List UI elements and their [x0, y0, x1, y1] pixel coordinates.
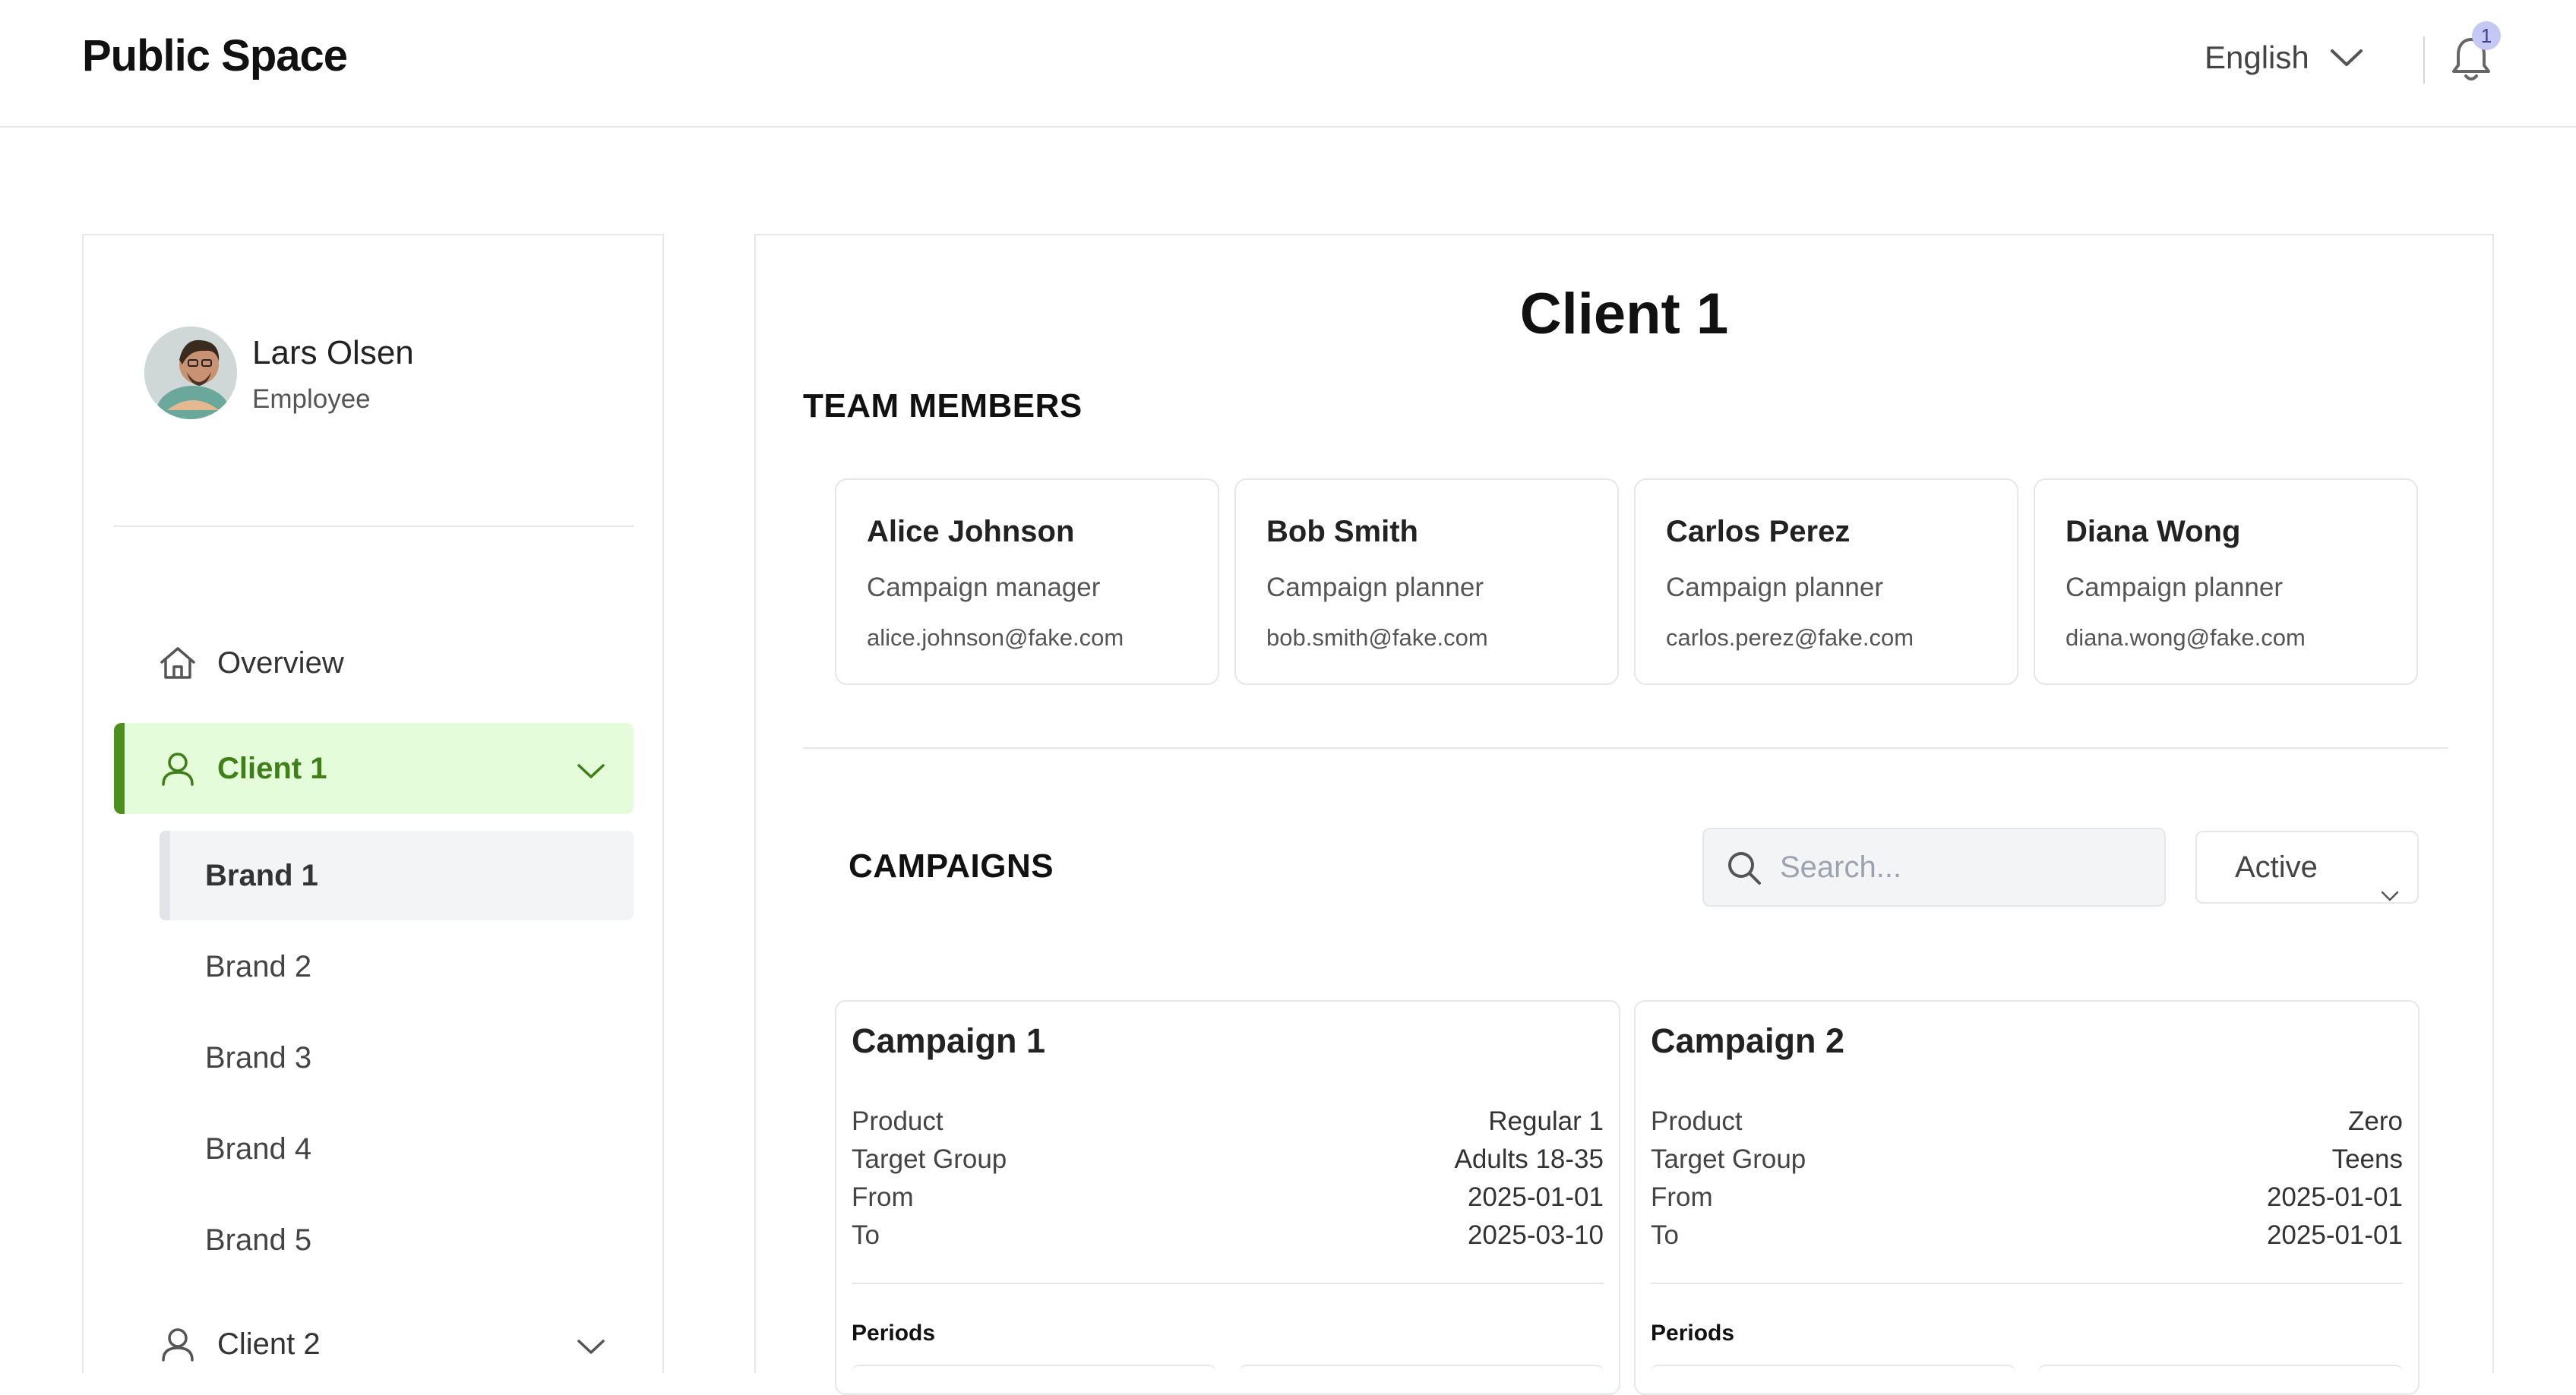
- campaign-field-row: From 2025-01-01: [1651, 1182, 2403, 1213]
- campaign-field-row: To 2025-03-10: [852, 1220, 1604, 1251]
- member-role: Campaign planner: [2066, 573, 2284, 602]
- member-email[interactable]: carlos.perez@fake.com: [1666, 624, 1914, 652]
- sidebar-subitem-brand-4[interactable]: Brand 4: [160, 1104, 634, 1194]
- field-label: From: [852, 1182, 914, 1212]
- status-filter-value: Active: [2235, 851, 2318, 884]
- field-label: Product: [852, 1106, 943, 1136]
- main-panel: Client 1 TEAM MEMBERS Alice Johnson Camp…: [754, 234, 2494, 1395]
- sidebar: Lars Olsen Employee Overview Client 1 Br…: [82, 234, 664, 1373]
- field-value: 2025-01-01: [1467, 1182, 1604, 1212]
- period-card[interactable]: [852, 1365, 1216, 1395]
- field-value: 2025-03-10: [1467, 1220, 1604, 1250]
- sidebar-subitem-brand-2[interactable]: Brand 2: [160, 922, 634, 1012]
- team-member-card[interactable]: Bob Smith Campaign planner bob.smith@fak…: [1234, 478, 1619, 685]
- notification-badge: 1: [2472, 21, 2501, 50]
- campaign-divider: [852, 1283, 1604, 1284]
- sidebar-subitem-brand-5[interactable]: Brand 5: [160, 1195, 634, 1285]
- chevron-down-icon: [2379, 858, 2401, 928]
- sidebar-item-label: Client 2: [217, 1327, 321, 1361]
- campaign-title: Campaign 1: [852, 1021, 1046, 1060]
- chevron-down-icon: [2329, 39, 2364, 76]
- sidebar-item-label: Client 1: [217, 751, 327, 785]
- language-label: English: [2205, 39, 2309, 75]
- app-logo-text[interactable]: Public Space: [82, 30, 348, 81]
- team-member-card[interactable]: Carlos Perez Campaign planner carlos.per…: [1634, 478, 2018, 685]
- campaign-field-row: To 2025-01-01: [1651, 1220, 2403, 1251]
- campaign-divider: [1651, 1283, 2403, 1284]
- user-icon: [156, 1323, 199, 1365]
- campaign-field-row: From 2025-01-01: [852, 1182, 1604, 1213]
- field-value: Adults 18-35: [1454, 1144, 1604, 1174]
- search-box: [1702, 828, 2166, 907]
- team-member-card[interactable]: Alice Johnson Campaign manager alice.joh…: [835, 478, 1219, 685]
- periods-label: Periods: [852, 1321, 936, 1346]
- user-role: Employee: [252, 384, 371, 414]
- period-card[interactable]: [2038, 1365, 2403, 1395]
- campaigns-heading: CAMPAIGNS: [849, 847, 1054, 885]
- sidebar-item-client-1[interactable]: Client 1: [114, 723, 634, 814]
- section-divider: [803, 747, 2448, 749]
- team-member-card[interactable]: Diana Wong Campaign planner diana.wong@f…: [2034, 478, 2418, 685]
- campaign-field-row: Product Zero: [1651, 1106, 2403, 1137]
- member-email[interactable]: diana.wong@fake.com: [2066, 624, 2306, 652]
- field-value: Regular 1: [1488, 1106, 1604, 1136]
- home-icon: [156, 642, 199, 684]
- campaign-title: Campaign 2: [1651, 1021, 1845, 1060]
- chevron-down-icon[interactable]: [576, 755, 606, 789]
- member-role: Campaign manager: [867, 573, 1101, 602]
- campaign-card[interactable]: Campaign 1 Product Regular 1 Target Group…: [835, 1000, 1620, 1395]
- member-name: Diana Wong: [2066, 515, 2241, 548]
- search-icon: [1725, 849, 1763, 891]
- user-name: Lars Olsen: [252, 334, 414, 371]
- campaign-field-row: Target Group Teens: [1651, 1144, 2403, 1175]
- field-label: Target Group: [1651, 1144, 1806, 1174]
- avatar: [144, 327, 237, 419]
- member-email[interactable]: alice.johnson@fake.com: [867, 624, 1124, 652]
- field-value: 2025-01-01: [2266, 1182, 2403, 1212]
- page-title: Client 1: [1519, 282, 1729, 346]
- sidebar-divider: [114, 525, 634, 527]
- header-divider: [2423, 36, 2425, 84]
- field-label: Target Group: [852, 1144, 1007, 1174]
- field-value: 2025-01-01: [2266, 1220, 2403, 1250]
- sidebar-item-label: Overview: [217, 645, 344, 680]
- search-input[interactable]: [1780, 843, 2145, 892]
- field-value: Zero: [2348, 1106, 2403, 1136]
- status-filter-select[interactable]: Active: [2195, 831, 2419, 904]
- field-label: To: [852, 1220, 880, 1250]
- campaign-field-row: Target Group Adults 18-35: [852, 1144, 1604, 1175]
- language-selector[interactable]: English: [2205, 39, 2364, 76]
- sidebar-subitem-brand-3[interactable]: Brand 3: [160, 1013, 634, 1103]
- sidebar-subitem-brand-1[interactable]: Brand 1: [160, 831, 634, 920]
- user-icon: [156, 747, 199, 790]
- field-label: Product: [1651, 1106, 1743, 1136]
- member-name: Bob Smith: [1266, 515, 1418, 548]
- campaign-card[interactable]: Campaign 2 Product Zero Target Group Teens…: [1634, 1000, 2420, 1395]
- field-label: To: [1651, 1220, 1679, 1250]
- field-label: From: [1651, 1182, 1713, 1212]
- team-members-heading: TEAM MEMBERS: [803, 387, 1083, 424]
- sidebar-item-overview[interactable]: Overview: [114, 617, 634, 709]
- top-bar: Public Space English 1: [0, 0, 2576, 128]
- field-value: Teens: [2331, 1144, 2403, 1174]
- member-name: Carlos Perez: [1666, 515, 1851, 548]
- period-card[interactable]: [1651, 1365, 2015, 1395]
- member-role: Campaign planner: [1666, 573, 1884, 602]
- member-email[interactable]: bob.smith@fake.com: [1266, 624, 1488, 652]
- periods-label: Periods: [1651, 1321, 1735, 1346]
- period-card[interactable]: [1239, 1365, 1604, 1395]
- member-name: Alice Johnson: [867, 515, 1075, 548]
- member-role: Campaign planner: [1266, 573, 1484, 602]
- sidebar-item-client-2[interactable]: Client 2: [114, 1299, 634, 1390]
- chevron-down-icon[interactable]: [576, 1330, 606, 1365]
- campaign-field-row: Product Regular 1: [852, 1106, 1604, 1137]
